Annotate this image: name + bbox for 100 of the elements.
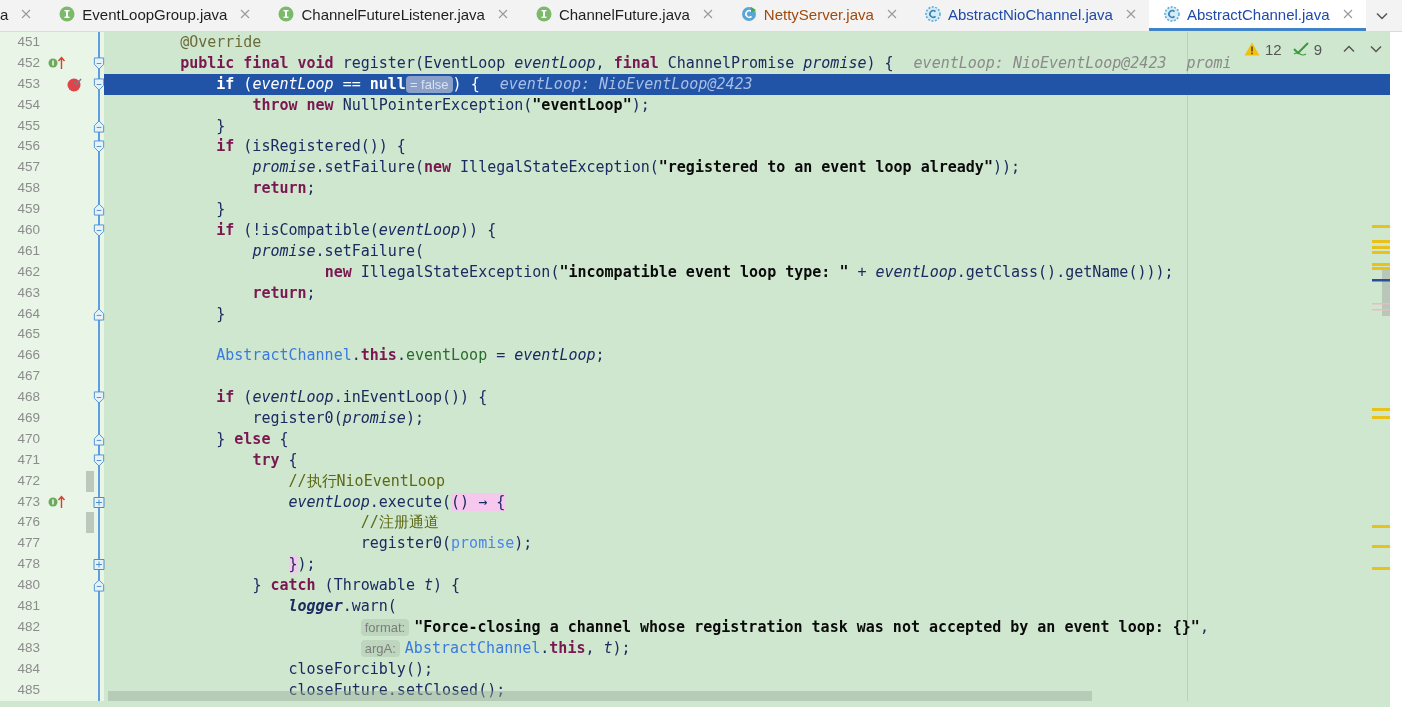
line-number: 459 <box>16 200 41 219</box>
code-text: eventLoop.execute(() → { <box>288 491 506 513</box>
fold-icon[interactable] <box>93 223 105 237</box>
file-tab[interactable]: AbstractNioChannel.java <box>909 0 1149 31</box>
change-marker[interactable] <box>86 470 94 492</box>
code-text: public final void register(EventLoop eventLoop, final ChannelPromise promise) { <box>180 52 894 74</box>
code-text: if (eventLoop == null <box>216 73 406 95</box>
close-icon[interactable] <box>702 9 713 19</box>
file-tab[interactable]: AbstractChannel.java <box>1148 0 1366 31</box>
breakpoint-icon[interactable] <box>66 76 82 93</box>
code-text: AbstractChannel.this.eventLoop = eventLoop; <box>216 345 605 367</box>
fold-icon[interactable] <box>93 307 105 321</box>
debug-value: eventLoop: NioEventLoop@2423 <box>499 74 753 94</box>
implements-icon[interactable] <box>48 56 66 71</box>
expand-icon[interactable] <box>93 495 105 509</box>
line-number: 480 <box>16 576 41 595</box>
code-text: register0(promise); <box>252 408 424 429</box>
close-icon[interactable] <box>21 9 32 19</box>
code-text: if (eventLoop.inEventLoop()) { <box>216 387 488 409</box>
file-tab[interactable]: ChannelFuture.java <box>520 0 726 31</box>
check-count[interactable]: 9 <box>1313 40 1322 58</box>
line-number: 484 <box>16 659 41 678</box>
code-text: promise.setFailure(new IllegalStateException("registered to an event loop already")); <box>252 157 1020 179</box>
line-number: 457 <box>16 158 41 177</box>
fold-icon[interactable] <box>93 453 105 467</box>
line-number: 465 <box>16 325 41 344</box>
line-number: 472 <box>16 471 41 490</box>
code-text: } <box>216 199 226 221</box>
fold-icon[interactable] <box>93 579 105 593</box>
line-number: 471 <box>16 450 41 469</box>
line-number: 463 <box>16 283 41 302</box>
code-text: } catch (Throwable t) { <box>252 575 461 597</box>
line-number: 469 <box>16 409 41 428</box>
warning-icon[interactable] <box>1243 42 1260 56</box>
code-text: ) { <box>452 73 480 95</box>
line-number: 456 <box>16 137 41 156</box>
line-number: 458 <box>16 179 41 198</box>
code-text: } <box>216 303 226 325</box>
line-number: 477 <box>16 534 41 553</box>
close-icon[interactable] <box>1125 9 1136 19</box>
implements-icon[interactable] <box>48 495 66 510</box>
line-number: 476 <box>16 513 41 532</box>
close-icon[interactable] <box>497 9 508 19</box>
line-number: 461 <box>16 241 41 260</box>
check-icon[interactable] <box>1292 42 1309 56</box>
code-text: }); <box>288 554 316 576</box>
line-number: 470 <box>16 429 41 448</box>
fold-icon[interactable] <box>93 432 105 446</box>
fold-icon[interactable] <box>93 391 105 405</box>
close-icon[interactable] <box>240 9 251 19</box>
line-number: 485 <box>16 680 41 699</box>
code-text: //执行NioEventLoop <box>288 470 445 492</box>
line-number: 473 <box>16 492 41 511</box>
code-text: return; <box>252 282 316 304</box>
expand-icon[interactable] <box>93 558 105 572</box>
chevron-up-icon[interactable] <box>1343 45 1355 53</box>
fold-icon[interactable] <box>93 140 105 154</box>
close-icon[interactable] <box>886 9 897 19</box>
code-text: try { <box>252 449 298 471</box>
code-text: //注册通道 <box>360 512 439 534</box>
close-icon[interactable] <box>1342 9 1353 19</box>
line-number: 455 <box>16 116 41 135</box>
line-number: 460 <box>16 221 41 239</box>
chevron-down-icon[interactable] <box>1370 45 1382 53</box>
code-text: closeForcibly(); <box>288 658 433 680</box>
file-tab[interactable]: NettyServer.java <box>725 0 910 31</box>
file-tab[interactable]: ChannelFutureListener.java <box>263 0 521 31</box>
line-number: 464 <box>16 304 41 323</box>
code-text: AbstractChannel.this, t); <box>404 637 631 659</box>
inline-hint: argA: <box>360 639 400 657</box>
line-number: 483 <box>16 638 41 657</box>
line-number: 481 <box>16 597 41 616</box>
code-text: } <box>216 115 226 137</box>
change-marker[interactable] <box>86 512 94 534</box>
line-number: 452 <box>16 53 41 72</box>
line-number: 454 <box>16 95 41 114</box>
code-text: promise.setFailure( <box>252 240 424 262</box>
debug-value: promi <box>1186 53 1232 73</box>
code-text: logger.warn( <box>288 596 397 617</box>
warning-count[interactable]: 12 <box>1264 40 1282 58</box>
debug-value: eventLoop: NioEventLoop@2423 <box>913 53 1167 73</box>
line-number: 462 <box>16 262 41 281</box>
line-number: 478 <box>16 555 41 574</box>
code-text: new IllegalStateException("incompatible event loop type: " + eventLoop.getClass().getName())); <box>324 261 1174 283</box>
inline-hint: format: <box>360 618 410 636</box>
code-text: if (!isCompatible(eventLoop)) { <box>216 220 497 241</box>
line-number: 482 <box>16 617 41 636</box>
fold-icon[interactable] <box>93 203 105 217</box>
fold-icon[interactable] <box>93 77 105 91</box>
line-number: 453 <box>16 74 41 93</box>
chevron-down-icon[interactable] <box>1376 11 1388 20</box>
fold-icon[interactable] <box>93 56 105 70</box>
fold-icon[interactable] <box>93 119 105 133</box>
file-tab[interactable]: a <box>0 0 45 31</box>
code-text: return; <box>252 178 316 200</box>
code-text: } else { <box>216 428 289 450</box>
code-text: register0(promise); <box>360 533 533 555</box>
file-tab[interactable]: EventLoopGroup.java <box>44 0 264 31</box>
code-text: @Override <box>180 32 262 53</box>
line-number: 466 <box>16 346 41 365</box>
